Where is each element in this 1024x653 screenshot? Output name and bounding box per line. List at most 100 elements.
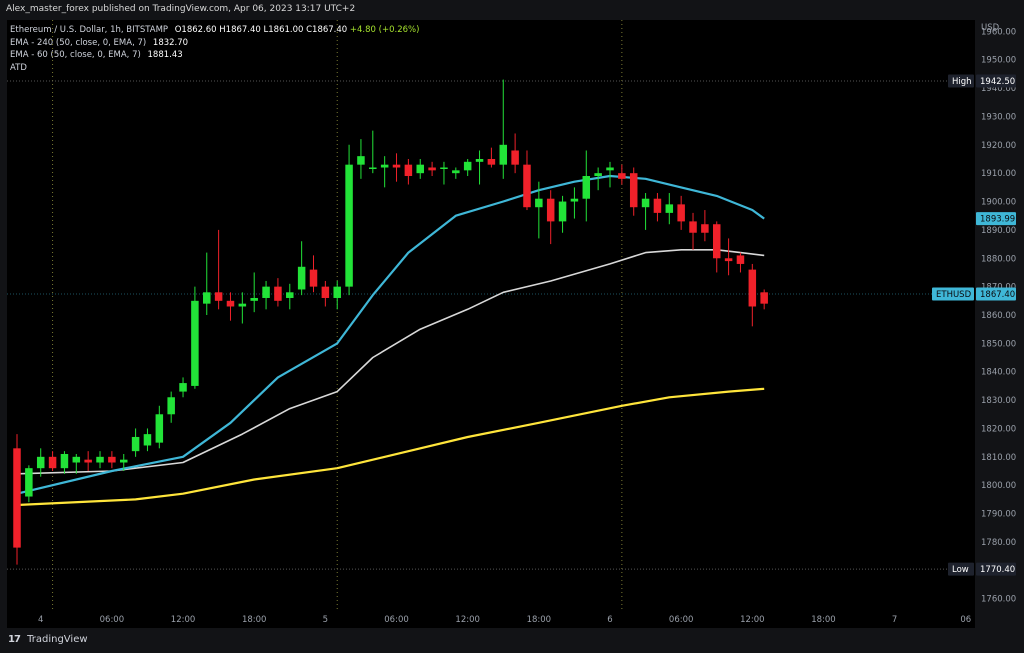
y-tick-label: 1950.00 [981,56,1016,66]
candle [641,193,650,230]
candle [392,153,401,182]
x-tick-label: 12:00 [740,615,765,625]
candle [250,272,258,313]
y-tick-label: 1810.00 [981,453,1016,463]
y-tick-label: 1900.00 [981,198,1016,208]
candle-body [143,434,152,446]
candle [653,193,662,222]
candle-body [48,456,57,469]
candle-body [286,292,294,298]
candle-body [558,201,567,222]
ema-tag-value: 1893.99 [980,215,1015,225]
candle-body [238,303,247,307]
y-tick-label: 1820.00 [981,424,1016,434]
candle [523,150,531,211]
candle-body [155,414,164,443]
ema-layer [16,174,765,507]
candle [511,133,519,174]
candle-body [712,224,721,259]
candle-body [60,453,69,469]
candle-body [523,164,531,208]
candle [333,280,341,310]
candle [155,405,164,449]
candle [499,79,508,179]
candle [357,139,365,179]
candle [286,283,294,310]
candle-body [404,164,413,177]
grid-layer [52,20,623,610]
candle-body [13,448,21,548]
candle [582,150,591,222]
candle-body [724,258,733,262]
x-tick-label: 12:00 [171,615,196,625]
candle [463,158,472,177]
candle-body [119,459,128,463]
candle [440,161,448,185]
tradingview-brand: TradingView [27,634,88,645]
candle [404,158,413,185]
candle-body [440,167,448,169]
tradingview-footer[interactable]: 17 TradingView [8,634,88,645]
candle [345,144,353,296]
candle [203,252,211,315]
high-tag-value: 1942.50 [980,77,1015,87]
candle [262,280,270,310]
candle-body [167,397,175,415]
price-chart[interactable]: 1760.001770.001780.001790.001800.001810.… [0,0,1024,653]
x-tick-label: 6 [607,615,612,625]
x-tick-label: 06:00 [100,615,125,625]
y-tick-label: 1760.00 [981,595,1016,605]
candle [60,451,69,474]
y-tick-label: 1840.00 [981,368,1016,378]
candle-body [309,269,318,287]
candle [214,229,223,310]
candle-body [499,144,508,165]
candle-body [357,156,365,165]
candle-body [582,176,591,199]
x-tick-label: 7 [892,615,897,625]
candle [558,195,567,233]
candle-body [131,436,140,452]
high-tag-label: High [952,77,972,87]
y-tick-label: 1860.00 [981,311,1016,321]
candle-body [191,300,199,386]
candle [689,212,697,250]
y-tick-label: 1790.00 [981,510,1016,520]
candle-body [511,150,519,165]
candle-body [736,255,745,264]
candle-body [428,167,436,171]
ema-mid-line [16,249,765,475]
candle [618,164,626,185]
candle-body [321,286,330,298]
candle-body [96,456,104,463]
candle [665,193,674,225]
candle-body [179,383,187,392]
low-tag-label: Low [952,565,969,575]
candle-body [701,224,709,233]
candle-body [629,173,638,208]
y-tick-label: 1800.00 [981,481,1016,491]
candle [475,150,484,185]
candle-body [606,167,614,171]
candle [297,241,306,296]
x-tick-label: 06:00 [384,615,409,625]
candle-body [274,286,282,301]
candle [167,391,175,423]
candle-body [760,292,768,304]
candle-body [487,158,496,165]
candle-body [689,221,697,233]
candle [760,289,768,310]
candle-body [262,286,270,298]
candle-body [665,204,674,213]
y-tick-label: 1880.00 [981,254,1016,264]
candle-body [653,198,662,213]
candle-body [535,198,543,208]
candle [487,147,496,168]
candle-body [36,456,45,469]
symbol-tag-label: ETHUSD [936,290,972,300]
candle-body [594,173,602,177]
y-tick-label: 1850.00 [981,339,1016,349]
candle [108,451,116,469]
candle [226,292,235,321]
candle [321,280,330,307]
